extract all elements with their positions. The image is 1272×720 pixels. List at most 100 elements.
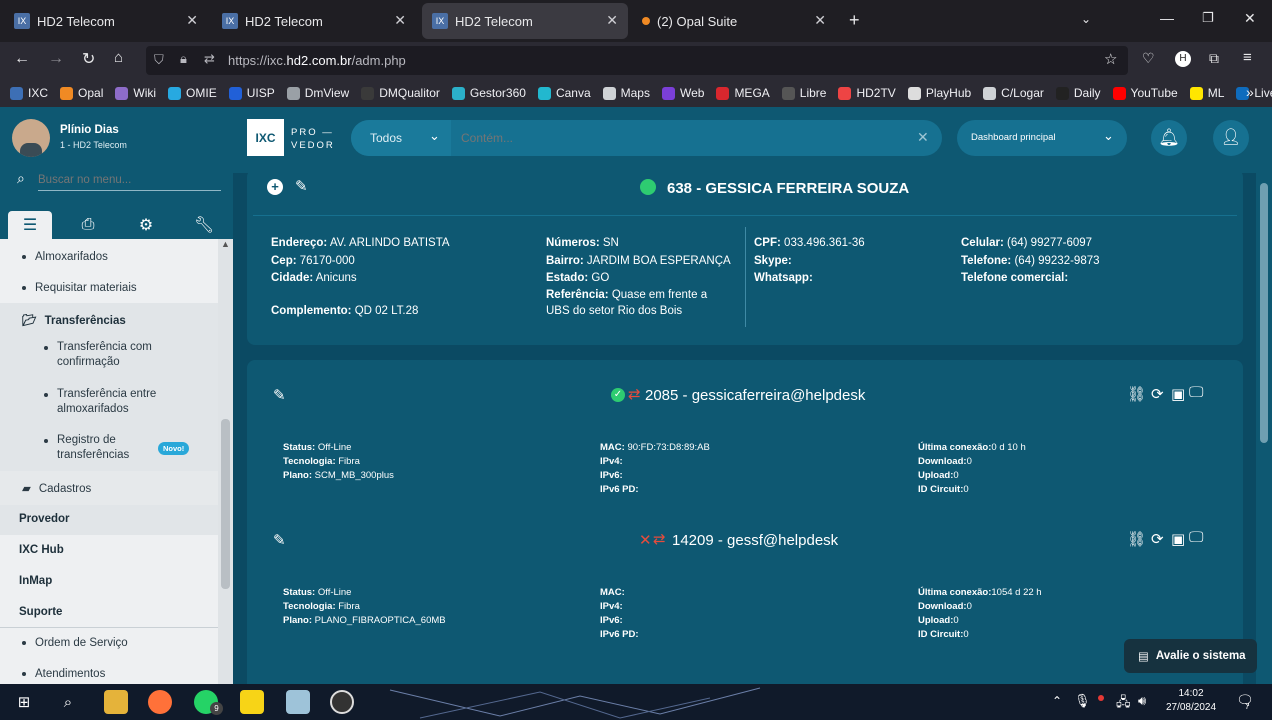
- notifications-bell-icon[interactable]: 🔔︎: [1151, 120, 1187, 156]
- browser-tab[interactable]: (2) Opal Suite ✕: [632, 3, 836, 39]
- filter-select[interactable]: Todos ⌄: [351, 120, 451, 156]
- unlink-icon[interactable]: ⛓: [1127, 385, 1146, 403]
- bookmark-item[interactable]: Live: [1236, 86, 1272, 100]
- microphone-icon[interactable]: 🎙︎: [1074, 693, 1091, 709]
- file-explorer-icon[interactable]: [104, 690, 128, 714]
- volume-icon[interactable]: 🔊︎: [1138, 693, 1146, 709]
- browser-tab[interactable]: IX HD2 Telecom ✕: [4, 3, 208, 39]
- shield-icon[interactable]: ⛉: [154, 52, 164, 68]
- firefox-icon[interactable]: [148, 690, 172, 714]
- sidebar-item-ordem-servico[interactable]: Ordem de Serviço: [22, 637, 128, 649]
- browser-tab[interactable]: IX HD2 Telecom ✕: [212, 3, 416, 39]
- obs-icon[interactable]: [330, 690, 354, 714]
- bookmark-item[interactable]: DMQualitor: [361, 86, 440, 100]
- tab-list-chevron-icon[interactable]: ⌄: [1081, 12, 1091, 26]
- close-tab-icon[interactable]: ✕: [814, 12, 826, 29]
- back-icon[interactable]: ←: [14, 50, 30, 68]
- search-icon[interactable]: ⌕: [56, 690, 80, 714]
- sidebar-item-requisitar-materiais[interactable]: Requisitar materiais: [22, 282, 137, 294]
- new-tab-icon[interactable]: +: [849, 10, 860, 31]
- bookmark-item[interactable]: C/Logar: [983, 86, 1044, 100]
- close-tab-icon[interactable]: ✕: [606, 12, 618, 29]
- scrollbar-thumb[interactable]: [1260, 183, 1268, 443]
- bookmark-item[interactable]: YouTube: [1112, 86, 1178, 100]
- sidebar-item-transferencia-almoxarifados[interactable]: Transferência entre almoxarifados: [44, 387, 164, 417]
- user-settings-icon[interactable]: 👤︎: [1213, 120, 1249, 156]
- bookmark-item[interactable]: Gestor360: [451, 86, 526, 100]
- scrollbar-thumb[interactable]: [221, 419, 230, 589]
- tab-config[interactable]: ⚙: [124, 211, 168, 239]
- windows-start-icon[interactable]: ⊞: [12, 690, 36, 714]
- sidebar-item-atendimentos[interactable]: Atendimentos: [22, 668, 105, 680]
- sidebar-item-ixc-hub[interactable]: IXC Hub: [19, 544, 64, 556]
- bookmark-item[interactable]: MEGA: [716, 86, 770, 100]
- menu-search-input[interactable]: [38, 169, 221, 191]
- browser-tab-active[interactable]: IX HD2 Telecom ✕: [422, 3, 628, 39]
- sidebar-item-transferencias[interactable]: 📂︎ Transferências: [22, 313, 126, 327]
- bookmark-item[interactable]: OMIE: [168, 86, 217, 100]
- edit-icon[interactable]: ✎: [273, 531, 286, 549]
- pocket-icon[interactable]: ♡: [1142, 50, 1155, 67]
- app-icon[interactable]: [286, 690, 310, 714]
- sidebar-item-inmap[interactable]: InMap: [19, 575, 52, 587]
- scroll-up-icon[interactable]: ▲: [221, 239, 230, 249]
- edit-icon[interactable]: ✎: [295, 177, 308, 195]
- sidebar-item-provedor[interactable]: Provedor: [19, 513, 70, 525]
- clipboard-icon[interactable]: ▣: [1171, 385, 1185, 403]
- minimize-icon[interactable]: —: [1160, 10, 1174, 26]
- bookmark-item[interactable]: DmView: [286, 86, 349, 100]
- reload-icon[interactable]: ↻: [82, 49, 95, 69]
- home-icon[interactable]: ⌂: [114, 49, 123, 66]
- add-circle-icon[interactable]: +: [267, 179, 283, 195]
- clock[interactable]: 14:02 27/08/2024: [1165, 687, 1217, 715]
- main-scrollbar[interactable]: [1256, 173, 1272, 684]
- more-bookmarks-icon[interactable]: »: [1246, 84, 1254, 100]
- tab-tools[interactable]: 🔧︎: [182, 211, 226, 239]
- permissions-icon[interactable]: ⇄: [204, 51, 215, 67]
- sidebar-item-cadastros[interactable]: ▰ Cadastros: [22, 481, 91, 495]
- bookmark-item[interactable]: Web: [661, 86, 704, 100]
- ixc-logo[interactable]: IXC: [247, 119, 284, 156]
- close-tab-icon[interactable]: ✕: [394, 12, 406, 29]
- clipboard-icon[interactable]: ▣: [1171, 530, 1185, 548]
- edit-icon[interactable]: ✎: [273, 386, 286, 404]
- sidebar-item-suporte[interactable]: Suporte: [19, 606, 62, 618]
- bookmark-item[interactable]: Maps: [602, 86, 650, 100]
- feedback-button[interactable]: ▤ Avalie o sistema: [1124, 639, 1257, 673]
- bookmark-item[interactable]: HD2TV: [838, 86, 896, 100]
- search-input[interactable]: [461, 128, 901, 148]
- sidebar-item-transferencia-confirmacao[interactable]: Transferência com confirmação: [44, 340, 164, 370]
- extensions-icon[interactable]: ⧉: [1209, 50, 1219, 67]
- close-tab-icon[interactable]: ✕: [186, 12, 198, 29]
- sticky-notes-icon[interactable]: [240, 690, 264, 714]
- refresh-icon[interactable]: ⟳: [1151, 385, 1164, 403]
- forward-icon[interactable]: →: [48, 50, 64, 68]
- bookmark-item[interactable]: ML: [1189, 86, 1224, 100]
- sidebar-scrollbar[interactable]: ▲: [218, 239, 233, 684]
- menu-icon[interactable]: ≡: [1243, 49, 1252, 66]
- restore-icon[interactable]: ❐: [1202, 10, 1214, 26]
- account-icon[interactable]: H: [1175, 51, 1191, 67]
- bookmark-item[interactable]: UISP: [228, 86, 275, 100]
- bookmark-item[interactable]: PlayHub: [907, 86, 971, 100]
- network-icon[interactable]: 🖧︎: [1116, 693, 1131, 715]
- bookmark-star-icon[interactable]: ☆: [1104, 50, 1117, 68]
- monitor-icon[interactable]: 🖵︎: [1189, 529, 1203, 546]
- tab-print[interactable]: ⎙: [66, 211, 110, 239]
- sidebar-item-registro-transferencias[interactable]: Registro de transferências: [44, 433, 139, 463]
- bookmark-item[interactable]: Canva: [537, 86, 591, 100]
- bookmark-item[interactable]: IXC: [10, 86, 48, 100]
- clear-search-icon[interactable]: ✕: [917, 129, 929, 146]
- bookmark-item[interactable]: Daily: [1055, 86, 1101, 100]
- tray-chevron-icon[interactable]: ⌃: [1052, 694, 1062, 708]
- sidebar-item-almoxarifados[interactable]: Almoxarifados: [22, 251, 108, 263]
- window-close-icon[interactable]: ✕: [1244, 10, 1256, 27]
- bookmark-item[interactable]: Wiki: [115, 86, 156, 100]
- unlink-icon[interactable]: ⛓: [1127, 530, 1146, 548]
- monitor-icon[interactable]: 🖵︎: [1189, 384, 1203, 401]
- bookmark-item[interactable]: Libre: [781, 86, 826, 100]
- bookmark-item[interactable]: Opal: [60, 86, 103, 100]
- dashboard-select[interactable]: Dashboard principal ⌄: [957, 120, 1127, 156]
- avatar[interactable]: [12, 119, 50, 157]
- address-bar[interactable]: ⛉ 🔒︎ ⇄ https://ixc. hd2.com.br/adm.php: [146, 46, 1128, 75]
